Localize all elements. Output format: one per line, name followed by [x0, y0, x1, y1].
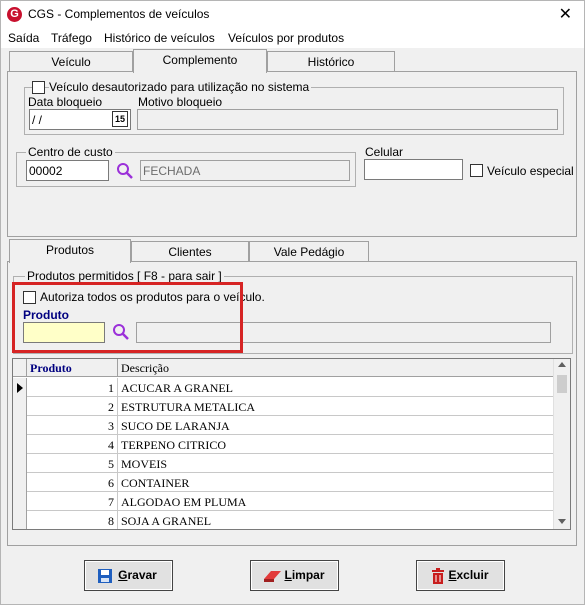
- cell-descricao: ACUCAR A GRANEL: [121, 381, 234, 395]
- menu-saida[interactable]: Saída: [8, 31, 39, 45]
- menu-historico-veiculos[interactable]: Histórico de veículos: [104, 31, 215, 45]
- grid-header-indicator: [13, 359, 27, 377]
- cell-produto: 4: [27, 435, 118, 454]
- calendar-icon[interactable]: 15: [112, 111, 128, 127]
- veiculo-especial-label: Veículo especial: [487, 164, 574, 178]
- cell-descricao: ALGODAO EM PLUMA: [121, 495, 247, 509]
- limpar-button[interactable]: Limpar: [250, 560, 339, 591]
- scroll-up-icon[interactable]: [558, 362, 566, 367]
- centro-custo-code-input[interactable]: 00002: [26, 160, 109, 181]
- menu-trafego[interactable]: Tráfego: [51, 31, 92, 45]
- gravar-button[interactable]: Gravar: [84, 560, 173, 591]
- tab-clientes[interactable]: Clientes: [131, 241, 249, 262]
- centro-custo-label: Centro de custo: [26, 145, 115, 159]
- motivo-bloqueio-input[interactable]: [137, 109, 558, 130]
- data-bloqueio-label: Data bloqueio: [28, 95, 103, 109]
- cell-descricao: SOJA A GRANEL: [121, 514, 212, 528]
- cell-produto: 8: [27, 511, 118, 529]
- tab-complemento[interactable]: Complemento: [133, 49, 267, 73]
- row-indicator: [13, 416, 27, 435]
- table-row[interactable]: 4 TERPENO CITRICO: [13, 435, 553, 454]
- app-window: G CGS - Complementos de veículos ✕ Saída…: [0, 0, 585, 605]
- scroll-thumb[interactable]: [557, 375, 567, 393]
- excluir-button[interactable]: Excluir: [416, 560, 505, 591]
- cell-produto: 7: [27, 492, 118, 511]
- row-indicator: [13, 473, 27, 492]
- table-row[interactable]: 1 ACUCAR A GRANEL: [13, 378, 553, 397]
- cell-produto: 3: [27, 416, 118, 435]
- cell-descricao: MOVEIS: [121, 457, 168, 471]
- celular-input[interactable]: [364, 159, 463, 180]
- produtos-grid: Produto Descrição 1 ACUCAR A GRANEL 2 ESTRU…: [12, 358, 571, 530]
- motivo-bloqueio-label: Motivo bloqueio: [138, 95, 223, 109]
- menu-bar: Saída Tráfego Histórico de veículos Veíc…: [1, 28, 584, 72]
- save-icon: [98, 569, 112, 583]
- trash-icon: [432, 568, 444, 584]
- row-indicator: [13, 511, 27, 529]
- table-row[interactable]: 2 ESTRUTURA METALICA: [13, 397, 553, 416]
- centro-custo-search-icon[interactable]: [116, 162, 134, 180]
- row-indicator: [13, 492, 27, 511]
- cell-descricao: CONTAINER: [121, 476, 190, 490]
- cell-produto: 6: [27, 473, 118, 492]
- desautorizado-label: Veículo desautorizado para utilização no…: [49, 80, 312, 94]
- cell-descricao: TERPENO CITRICO: [121, 438, 226, 452]
- title-bar: G CGS - Complementos de veículos ✕: [1, 1, 584, 28]
- current-row-arrow-icon: [17, 383, 23, 393]
- app-logo-icon: G: [7, 7, 22, 22]
- grid-header-descricao[interactable]: Descrição: [118, 359, 553, 377]
- table-row[interactable]: 8 SOJA A GRANEL: [13, 511, 553, 529]
- tab-produtos[interactable]: Produtos: [9, 239, 131, 263]
- produtos-permitidos-label: Produtos permitidos [ F8 - para sair ]: [25, 269, 224, 283]
- close-icon[interactable]: ✕: [559, 4, 572, 24]
- cell-produto: 5: [27, 454, 118, 473]
- table-row[interactable]: 3 SUCO DE LARANJA: [13, 416, 553, 435]
- grid-scrollbar[interactable]: [553, 359, 570, 529]
- row-indicator: [13, 454, 27, 473]
- row-indicator: [13, 435, 27, 454]
- cell-descricao: ESTRUTURA METALICA: [121, 400, 256, 414]
- row-indicator: [13, 378, 27, 397]
- celular-label: Celular: [365, 145, 404, 159]
- grid-header: Produto Descrição: [13, 359, 553, 377]
- tab-historico[interactable]: Histórico: [267, 51, 395, 72]
- table-row[interactable]: 7 ALGODAO EM PLUMA: [13, 492, 553, 511]
- table-row[interactable]: 5 MOVEIS: [13, 454, 553, 473]
- tab-vale-pedagio[interactable]: Vale Pedágio: [249, 241, 369, 262]
- centro-custo-description: FECHADA: [140, 160, 350, 181]
- window-title: CGS - Complementos de veículos: [28, 7, 210, 21]
- cell-produto: 2: [27, 397, 118, 416]
- row-indicator: [13, 397, 27, 416]
- veiculo-especial-checkbox[interactable]: [470, 164, 483, 177]
- scroll-down-icon[interactable]: [558, 519, 566, 524]
- cell-produto: 1: [27, 378, 118, 397]
- highlight-box: [12, 282, 243, 353]
- desautorizado-checkbox[interactable]: [32, 81, 45, 94]
- eraser-icon: [264, 571, 281, 582]
- table-row[interactable]: 6 CONTAINER: [13, 473, 553, 492]
- cell-descricao: SUCO DE LARANJA: [121, 419, 230, 433]
- tab-veiculo[interactable]: Veículo: [9, 51, 133, 72]
- menu-veiculos-produtos[interactable]: Veículos por produtos: [228, 31, 344, 45]
- grid-header-produto[interactable]: Produto: [27, 359, 118, 377]
